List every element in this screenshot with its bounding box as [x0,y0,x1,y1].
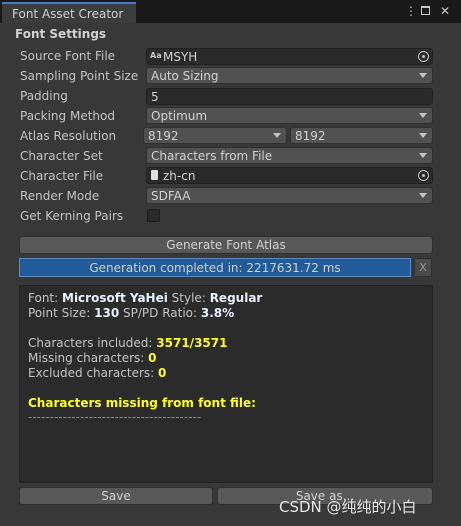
style-value: Regular [209,291,263,305]
packing-method-dropdown[interactable]: Optimum [146,107,433,124]
maximize-icon[interactable] [421,6,430,15]
characters-included-line: Characters included: 3571/3571 [28,336,227,350]
chevron-down-icon [419,133,427,138]
missing-value: 0 [148,351,157,365]
kerning-pairs-label: Get Kerning Pairs [20,209,124,223]
style-label: Style: [171,291,206,305]
csdn-watermark: CSDN @纯纯的小白 [279,498,417,516]
included-value: 3571/3571 [156,336,228,350]
font-asset-icon: Aa [150,51,162,60]
chevron-down-icon [419,153,427,158]
padding-input[interactable]: 5 [146,88,433,105]
missing-characters-line: Missing characters: 0 [28,351,157,365]
chevron-down-icon [419,113,427,118]
progress-text: Generation completed in: 2217631.72 ms [89,261,341,275]
point-size-value: 130 [94,306,120,320]
excluded-characters-line: Excluded characters: 0 [28,366,166,380]
missing-header: Characters missing from font file: [28,396,256,410]
tab-font-asset-creator[interactable]: Font Asset Creator [2,2,136,23]
sampling-point-size-label: Sampling Point Size [20,69,139,83]
packing-method-value: Optimum [151,109,208,123]
close-icon[interactable]: ✕ [440,4,450,18]
window-tab-bar: Font Asset Creator ⋮ ✕ [0,0,461,23]
chevron-down-icon [273,133,281,138]
character-file-value: zh-cn [163,169,196,183]
clear-progress-button[interactable]: X [414,258,432,277]
sampling-point-size-dropdown[interactable]: Auto Sizing [146,67,433,84]
character-file-label: Character File [20,169,104,183]
excluded-label: Excluded characters: [28,366,155,380]
output-panel: Font: Microsoft YaHei Style: Regular Poi… [19,285,433,483]
chevron-down-icon [419,193,427,198]
source-font-file-field[interactable]: Aa MSYH [146,48,433,65]
object-picker-icon[interactable] [418,170,429,181]
generate-font-atlas-button[interactable]: Generate Font Atlas [19,236,433,254]
tab-title: Font Asset Creator [12,7,124,21]
excluded-value: 0 [158,366,167,380]
packing-method-label: Packing Method [20,109,115,123]
atlas-resolution-label: Atlas Resolution [20,129,117,143]
ratio-label: SP/PD Ratio: [123,306,198,320]
sampling-point-size-value: Auto Sizing [151,69,219,83]
more-vertical-icon[interactable]: ⋮ [405,4,417,18]
padding-label: Padding [20,89,68,103]
save-button[interactable]: Save [19,487,213,505]
point-size-label: Point Size: [28,306,91,320]
section-title: Font Settings [15,27,107,41]
font-label: Font: [28,291,59,305]
atlas-width-value: 8192 [148,129,179,143]
generation-progress-bar: Generation completed in: 2217631.72 ms [19,258,411,277]
font-info-line: Font: Microsoft YaHei Style: Regular [28,291,262,305]
font-value: Microsoft YaHei [62,291,168,305]
text-file-icon [151,170,158,180]
missing-label: Missing characters: [28,351,145,365]
character-set-dropdown[interactable]: Characters from File [146,147,433,164]
character-set-label: Character Set [20,149,103,163]
render-mode-dropdown[interactable]: SDFAA [146,187,433,204]
padding-value: 5 [151,90,159,104]
atlas-width-dropdown[interactable]: 8192 [143,127,287,144]
source-font-file-label: Source Font File [20,49,116,63]
atlas-height-dropdown[interactable]: 8192 [290,127,433,144]
object-picker-icon[interactable] [418,51,429,62]
kerning-pairs-checkbox[interactable] [147,209,160,222]
ratio-value: 3.8% [200,306,235,320]
atlas-height-value: 8192 [295,129,326,143]
included-label: Characters included: [28,336,153,350]
source-font-file-value: MSYH [163,50,198,64]
character-set-value: Characters from File [151,149,273,163]
render-mode-label: Render Mode [20,189,100,203]
separator-line: ---------------------------------------- [28,410,202,424]
chevron-down-icon [419,73,427,78]
character-file-field[interactable]: zh-cn [146,167,433,184]
point-size-line: Point Size: 130 SP/PD Ratio: 3.8% [28,306,234,320]
render-mode-value: SDFAA [151,189,191,203]
